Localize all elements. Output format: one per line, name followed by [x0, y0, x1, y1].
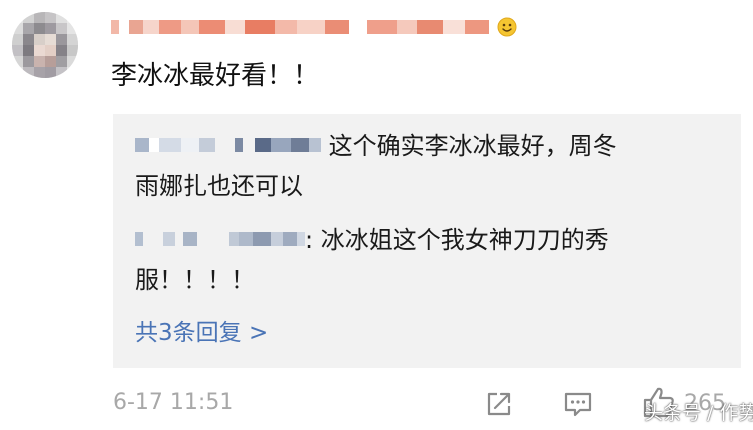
reply-text-1b: 雨娜扎也还可以: [135, 172, 303, 200]
username-pixel: [225, 20, 245, 34]
reply-separator: :: [305, 226, 314, 254]
username-pixel: [397, 20, 417, 34]
reply-text-1a: 这个确实李冰冰最好，周冬: [328, 132, 617, 160]
reply-username-blurred[interactable]: [135, 138, 321, 152]
reply-username-blurred[interactable]: [135, 232, 305, 246]
replies-box[interactable]: 这个确实李冰冰最好，周冬 雨娜扎也还可以 : 冰冰姐这个我女神刀刀的秀 服！！！…: [113, 114, 741, 368]
username-pixel: [129, 20, 143, 34]
username-pixel: [245, 20, 275, 34]
username-pixel: [119, 20, 129, 34]
timestamp: 6-17 11:51: [113, 390, 234, 415]
comment-icon[interactable]: [563, 389, 593, 419]
more-replies-link[interactable]: 共3条回复 >: [135, 313, 268, 353]
username-pixel: [443, 20, 465, 34]
reply-text-2b: 服！！！！: [135, 266, 255, 294]
username-pixel: [143, 20, 159, 34]
username-pixel: [417, 20, 443, 34]
username-pixel: [349, 20, 367, 34]
watermark: 头条号 / 作势: [644, 402, 753, 424]
username-pixel: [325, 20, 349, 34]
username-pixel: [181, 20, 199, 34]
username-pixel: [199, 20, 225, 34]
reply-item[interactable]: : 冰冰姐这个我女神刀刀的秀 服！！！！: [135, 220, 725, 300]
share-icon[interactable]: [484, 389, 514, 419]
username-pixel: [275, 20, 297, 34]
avatar[interactable]: [12, 12, 78, 78]
username-pixel: [297, 20, 325, 34]
reply-text-2a: 冰冰姐这个我女神刀刀的秀: [320, 226, 609, 254]
username-pixel: [159, 20, 181, 34]
username-pixel: [111, 20, 119, 34]
username-pixel: [465, 20, 489, 34]
username-pixel: [367, 20, 397, 34]
comment-text: 李冰冰最好看！！: [111, 61, 320, 91]
comment-card: 李冰冰最好看！！ 这个确实李冰冰最好，周冬 雨娜扎也还可以 : 冰冰姐这个我女神…: [0, 0, 753, 430]
reply-item[interactable]: 这个确实李冰冰最好，周冬 雨娜扎也还可以: [135, 126, 725, 206]
username-blurred[interactable]: [111, 14, 493, 40]
emoji-icon: [497, 17, 517, 37]
